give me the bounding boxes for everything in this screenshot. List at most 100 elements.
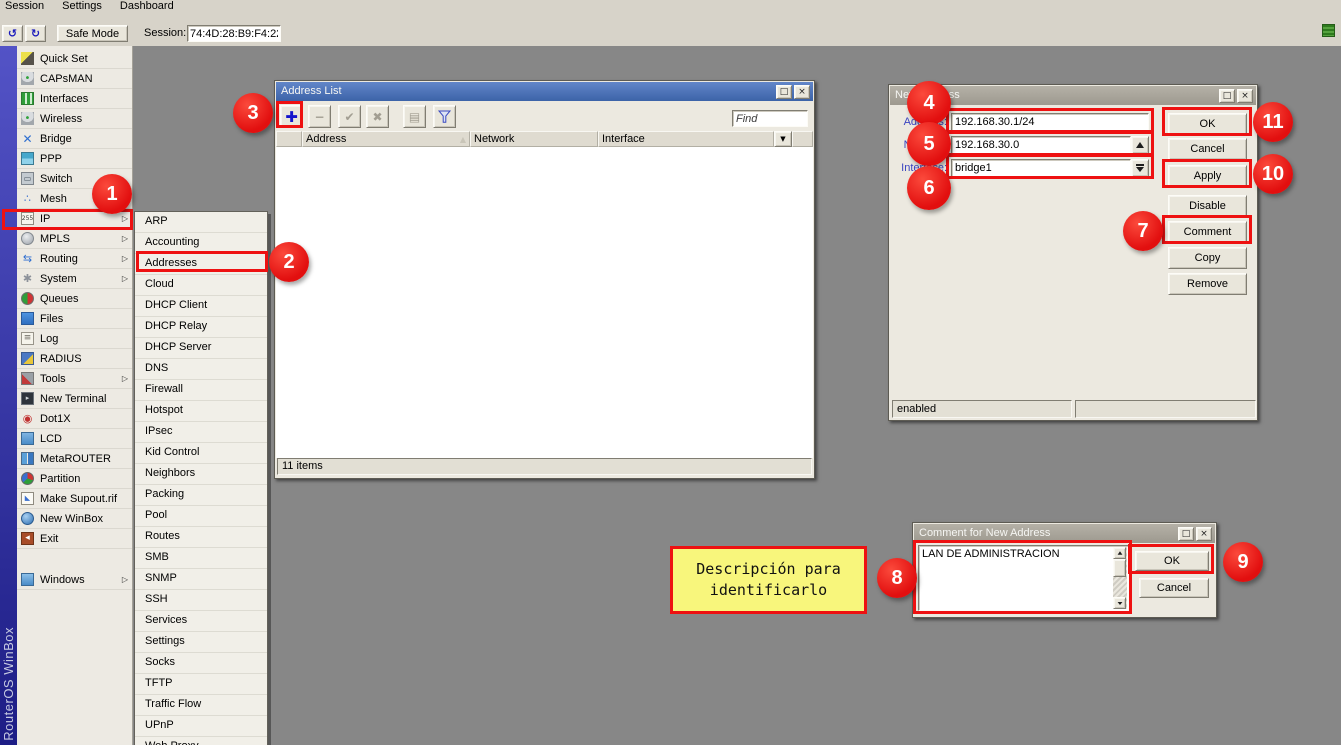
ip-submenu-item-kid-control[interactable]: Kid Control (135, 443, 267, 464)
menu-session[interactable]: Session (5, 0, 44, 13)
ip-submenu-item-arp[interactable]: ARP (135, 212, 267, 233)
scroll-down-button[interactable] (1113, 597, 1126, 609)
disable-button[interactable]: Disable (1168, 195, 1247, 217)
sidebar-item-system[interactable]: ✱System▷ (17, 269, 132, 289)
scroll-up-button[interactable] (1113, 547, 1126, 559)
sidebar-item-partition[interactable]: Partition (17, 469, 132, 489)
sidebar-item-tools[interactable]: Tools▷ (17, 369, 132, 389)
sidebar-item-mpls[interactable]: MPLS▷ (17, 229, 132, 249)
comment-button[interactable]: Comment (1168, 221, 1247, 243)
close-button[interactable]: × (1237, 89, 1253, 103)
sidebar-item-quick-set[interactable]: Quick Set (17, 49, 132, 69)
sidebar-item-dot1x[interactable]: ◉Dot1X (17, 409, 132, 429)
sidebar-item-log[interactable]: ≡Log (17, 329, 132, 349)
sidebar-item-interfaces[interactable]: Interfaces (17, 89, 132, 109)
ip-submenu-item-services[interactable]: Services (135, 611, 267, 632)
session-input[interactable] (187, 25, 281, 42)
sidebar-item-lcd[interactable]: LCD (17, 429, 132, 449)
ip-submenu-item-dhcp-server[interactable]: DHCP Server (135, 338, 267, 359)
ip-submenu-item-dhcp-relay[interactable]: DHCP Relay (135, 317, 267, 338)
safe-mode-button[interactable]: Safe Mode (57, 25, 128, 42)
ip-submenu-item-socks[interactable]: Socks (135, 653, 267, 674)
comment-cancel-button[interactable]: Cancel (1139, 578, 1209, 598)
undo-button[interactable]: ↺ (2, 25, 23, 42)
network-field[interactable]: 192.168.30.0 (951, 136, 1131, 154)
remove-button[interactable]: − (308, 105, 331, 128)
sidebar-item-new-terminal[interactable]: ▸New Terminal (17, 389, 132, 409)
sidebar-item-bridge[interactable]: ✕Bridge (17, 129, 132, 149)
ip-submenu-item-upnp[interactable]: UPnP (135, 716, 267, 737)
add-button[interactable]: ✚ (280, 105, 303, 128)
copy-button[interactable]: Copy (1168, 247, 1247, 269)
redo-button[interactable]: ↻ (25, 25, 46, 42)
ip-submenu-item-settings[interactable]: Settings (135, 632, 267, 653)
sidebar-item-exit[interactable]: ◂Exit (17, 529, 132, 549)
ip-submenu-item-hotspot[interactable]: Hotspot (135, 401, 267, 422)
ip-submenu-item-pool[interactable]: Pool (135, 506, 267, 527)
maximize-button[interactable]: □ (1219, 89, 1235, 103)
ip-submenu-item-dhcp-client[interactable]: DHCP Client (135, 296, 267, 317)
sidebar-item-files[interactable]: Files (17, 309, 132, 329)
interface-dropdown-button[interactable] (1131, 159, 1149, 177)
ip-submenu-item-snmp[interactable]: SNMP (135, 569, 267, 590)
address-list-titlebar[interactable]: Address List □ × (276, 82, 813, 101)
maximize-button[interactable]: □ (776, 85, 792, 99)
sidebar-item-label: Make Supout.rif (40, 493, 128, 505)
comment-textarea[interactable]: LAN DE ADMINISTRACION (918, 545, 1129, 611)
collapse-up-button[interactable] (1131, 136, 1149, 154)
ip-submenu-item-tftp[interactable]: TFTP (135, 674, 267, 695)
step-number: 1 (106, 183, 117, 206)
apply-button[interactable]: Apply (1168, 165, 1247, 187)
ip-submenu-item-smb[interactable]: SMB (135, 548, 267, 569)
column-header-flags[interactable] (276, 131, 302, 147)
ip-submenu-item-accounting[interactable]: Accounting (135, 233, 267, 254)
scrollbar-thumb[interactable] (1113, 559, 1126, 577)
ip-submenu-item-web-proxy[interactable]: Web Proxy (135, 737, 267, 745)
sidebar-item-ppp[interactable]: PPP (17, 149, 132, 169)
close-button[interactable]: × (1196, 527, 1212, 541)
address-list-table-body[interactable] (276, 147, 813, 458)
sidebar-item-radius[interactable]: RADIUS (17, 349, 132, 369)
sidebar-item-make-supout-rif[interactable]: ◣Make Supout.rif (17, 489, 132, 509)
column-header-network[interactable]: Network (470, 131, 598, 147)
sidebar-item-metarouter[interactable]: MetaROUTER (17, 449, 132, 469)
sidebar: Quick Set•CAPsMANInterfaces•Wireless✕Bri… (17, 46, 133, 745)
sidebar-item-new-winbox[interactable]: New WinBox (17, 509, 132, 529)
annotation-note: Descripción para identificarlo (670, 546, 867, 614)
comment-ok-button[interactable]: OK (1135, 551, 1209, 571)
comment-button[interactable]: ▤ (403, 105, 426, 128)
sidebar-item-wireless[interactable]: •Wireless (17, 109, 132, 129)
menu-dashboard[interactable]: Dashboard (120, 0, 174, 13)
ip-submenu-item-dns[interactable]: DNS (135, 359, 267, 380)
interface-field[interactable]: bridge1 (951, 159, 1131, 177)
address-field[interactable]: 192.168.30.1/24 (951, 113, 1149, 131)
sidebar-item-queues[interactable]: Queues (17, 289, 132, 309)
ip-submenu-item-routes[interactable]: Routes (135, 527, 267, 548)
column-header-interface[interactable]: Interface (598, 131, 774, 147)
ip-submenu-item-cloud[interactable]: Cloud (135, 275, 267, 296)
ip-submenu-item-firewall[interactable]: Firewall (135, 380, 267, 401)
ip-submenu-item-traffic-flow[interactable]: Traffic Flow (135, 695, 267, 716)
enable-button[interactable]: ✔ (338, 105, 361, 128)
close-button[interactable]: × (794, 85, 810, 99)
ip-submenu-item-neighbors[interactable]: Neighbors (135, 464, 267, 485)
maximize-button[interactable]: □ (1178, 527, 1194, 541)
ip-submenu-item-ssh[interactable]: SSH (135, 590, 267, 611)
comment-titlebar[interactable]: Comment for New Address □ × (914, 524, 1215, 543)
scrollbar[interactable] (1113, 547, 1127, 609)
sidebar-item-windows[interactable]: Windows▷ (17, 570, 132, 590)
filter-button[interactable] (433, 105, 456, 128)
disable-button[interactable]: ✖ (366, 105, 389, 128)
column-header-address[interactable]: Address▲ (302, 131, 470, 147)
ok-button[interactable]: OK (1168, 113, 1247, 135)
find-input[interactable] (732, 110, 808, 127)
remove-button[interactable]: Remove (1168, 273, 1247, 295)
ip-submenu-item-addresses[interactable]: Addresses (135, 254, 267, 275)
column-select-dropdown-button[interactable]: ▼ (774, 131, 792, 147)
ip-submenu-item-packing[interactable]: Packing (135, 485, 267, 506)
cancel-button[interactable]: Cancel (1168, 138, 1247, 160)
ip-submenu-item-ipsec[interactable]: IPsec (135, 422, 267, 443)
sidebar-item-capsman[interactable]: •CAPsMAN (17, 69, 132, 89)
sidebar-item-routing[interactable]: ⇆Routing▷ (17, 249, 132, 269)
menu-settings[interactable]: Settings (62, 0, 102, 13)
